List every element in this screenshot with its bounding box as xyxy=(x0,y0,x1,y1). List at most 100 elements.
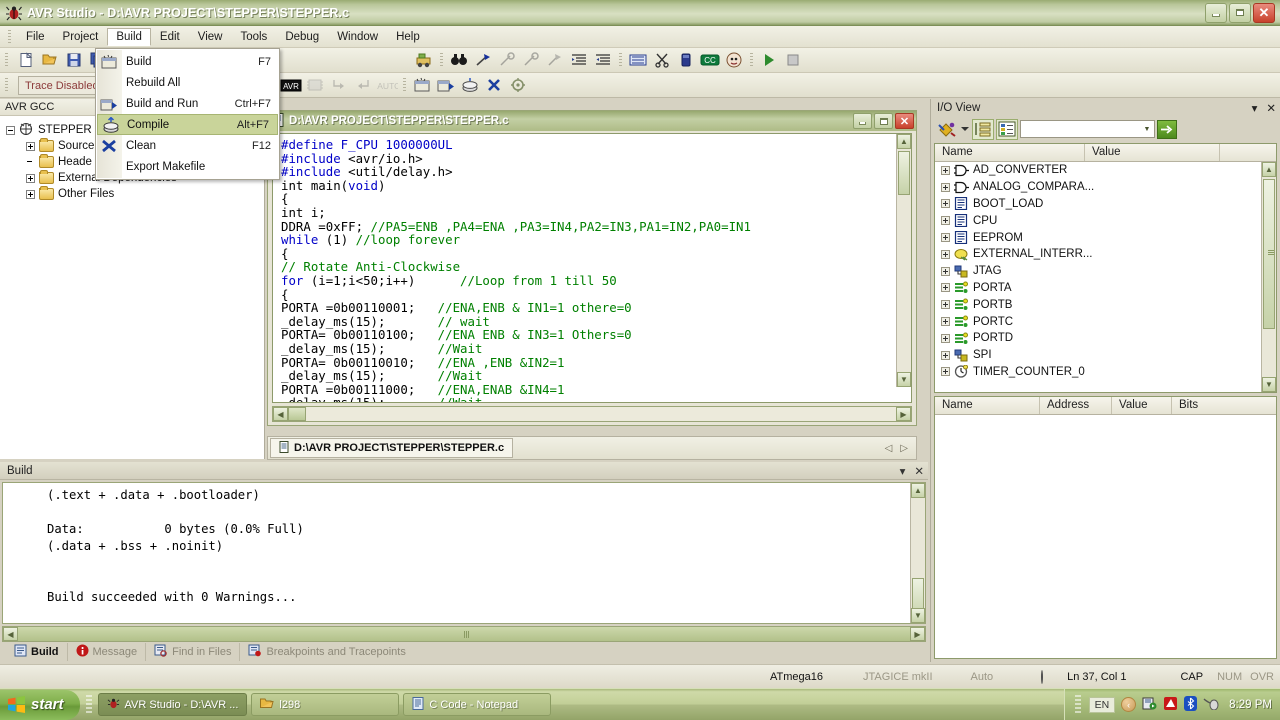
step-into-icon[interactable] xyxy=(328,75,350,96)
expander-plus-icon[interactable] xyxy=(941,350,950,360)
scroll-left-button[interactable]: ◀ xyxy=(3,627,18,641)
build-run-toolbar-icon[interactable] xyxy=(435,75,457,96)
editor-maximize-button[interactable] xyxy=(874,113,893,129)
expander-plus-icon[interactable] xyxy=(941,216,950,226)
menu-item-view[interactable]: View xyxy=(189,28,232,46)
run-icon[interactable] xyxy=(758,50,780,71)
chip-icon[interactable] xyxy=(675,50,697,71)
io-row[interactable]: PORTA xyxy=(935,280,1261,297)
io-detail-column-name[interactable]: Name xyxy=(935,397,1040,414)
io-row[interactable]: ANALOG_COMPARA... xyxy=(935,179,1261,196)
window-restore-button[interactable] xyxy=(1229,2,1251,23)
save-icon[interactable] xyxy=(63,50,85,71)
taskbar-item-l298[interactable]: l298 xyxy=(251,693,400,716)
scroll-up-button[interactable]: ▲ xyxy=(911,483,925,498)
io-column-value[interactable]: Value xyxy=(1085,144,1220,161)
build-toolbar-icon[interactable] xyxy=(411,75,433,96)
io-row[interactable]: JTAG xyxy=(935,263,1261,280)
build-horizontal-scrollbar[interactable]: ◀ ▶ xyxy=(2,626,926,642)
menu-item-edit[interactable]: Edit xyxy=(151,28,189,46)
io-row[interactable]: CPU xyxy=(935,212,1261,229)
tray-media-icon[interactable] xyxy=(1142,696,1157,714)
expander-plus-icon[interactable] xyxy=(26,189,35,199)
find-binoculars-icon[interactable] xyxy=(448,50,470,71)
tray-bluetooth-icon[interactable] xyxy=(1184,695,1198,714)
scroll-up-button[interactable]: ▲ xyxy=(897,134,911,149)
tab-breakpoints-and-tracepoints[interactable]: Breakpoints and Tracepoints xyxy=(240,643,413,661)
menu-item-file[interactable]: File xyxy=(17,28,54,46)
tray-mouse-icon[interactable] xyxy=(1203,696,1219,713)
io-row[interactable]: EEPROM xyxy=(935,229,1261,246)
scissors-icon[interactable] xyxy=(651,50,673,71)
editor-tab-stepper-c[interactable]: D:\AVR PROJECT\STEPPER\STEPPER.c xyxy=(270,438,514,458)
io-rows[interactable]: AD_CONVERTER ANALOG_COMPARA... BOOT_LOAD CP… xyxy=(935,162,1261,392)
new-file-icon[interactable] xyxy=(15,50,37,71)
editor-close-button[interactable]: ✕ xyxy=(895,113,914,129)
tray-clock[interactable]: 8:29 PM xyxy=(1225,699,1272,711)
scroll-down-button[interactable]: ▼ xyxy=(897,372,911,387)
start-button[interactable]: start xyxy=(0,689,80,720)
menu-item-build-build[interactable]: Build F7 xyxy=(96,51,279,72)
prev-bookmark-icon[interactable] xyxy=(520,50,542,71)
expander-plus-icon[interactable] xyxy=(941,317,950,327)
tab-prev-icon[interactable]: ◁ xyxy=(885,443,893,454)
build-panel-collapse-icon[interactable]: ▾ xyxy=(900,464,906,478)
menu-item-debug[interactable]: Debug xyxy=(276,28,328,46)
menu-item-build-export-makefile[interactable]: Export Makefile xyxy=(96,156,279,177)
io-detail-column-value[interactable]: Value xyxy=(1112,397,1172,414)
step-out-icon[interactable] xyxy=(352,75,374,96)
menu-item-help[interactable]: Help xyxy=(387,28,429,46)
next-bookmark-icon[interactable] xyxy=(496,50,518,71)
io-tree-view-button[interactable] xyxy=(972,118,994,140)
editor-horizontal-scrollbar[interactable]: ◀ ▶ xyxy=(272,406,912,422)
io-connect-device-icon[interactable] xyxy=(936,119,958,140)
compile-toolbar-icon[interactable] xyxy=(459,75,481,96)
build-panel-close-icon[interactable]: ✕ xyxy=(914,464,924,478)
memory-icon[interactable] xyxy=(304,75,326,96)
project-settings-icon[interactable] xyxy=(507,75,529,96)
scroll-right-button[interactable]: ▶ xyxy=(896,407,911,421)
expander-plus-icon[interactable] xyxy=(941,333,950,343)
chevron-down-icon[interactable]: ▼ xyxy=(1140,121,1154,137)
tray-grip[interactable] xyxy=(1074,694,1081,715)
expander-plus-icon[interactable] xyxy=(941,300,950,310)
tab-message[interactable]: Message xyxy=(68,643,147,661)
tray-expand-chevron-icon[interactable]: ‹ xyxy=(1121,697,1137,712)
io-vertical-scrollbar[interactable]: ▲ ▼ xyxy=(1261,162,1276,392)
io-view-collapse-icon[interactable]: ▾ xyxy=(1252,101,1258,115)
io-row[interactable]: PORTB xyxy=(935,296,1261,313)
expander-plus-icon[interactable] xyxy=(941,367,950,377)
taskbar-grip[interactable] xyxy=(85,694,92,715)
tab-next-icon[interactable]: ▷ xyxy=(900,443,908,454)
tab-scroll-arrows[interactable]: ◁ ▷ xyxy=(885,443,916,454)
io-go-button[interactable] xyxy=(1157,119,1177,139)
menu-item-build[interactable]: Build xyxy=(107,27,151,46)
stop-icon[interactable] xyxy=(782,50,804,71)
hscroll-thumb[interactable] xyxy=(18,627,910,641)
io-row[interactable]: BOOT_LOAD xyxy=(935,196,1261,213)
taskbar-item-notepad[interactable]: C Code - Notepad xyxy=(403,693,552,716)
hscroll-thumb[interactable] xyxy=(288,407,306,421)
tree-node-other-files[interactable]: Other Files xyxy=(4,186,264,202)
menu-item-build-rebuild-all[interactable]: Rebuild All xyxy=(96,72,279,93)
avr-badge-icon[interactable]: AVR xyxy=(280,75,302,96)
io-row[interactable]: SPI xyxy=(935,347,1261,364)
menu-item-build-compile[interactable]: Compile Alt+F7 xyxy=(97,114,278,135)
expander-plus-icon[interactable] xyxy=(941,266,950,276)
expander-plus-icon[interactable] xyxy=(941,283,950,293)
menu-item-build-clean[interactable]: Clean F12 xyxy=(96,135,279,156)
expander-plus-icon[interactable] xyxy=(941,199,950,209)
scroll-left-button[interactable]: ◀ xyxy=(273,407,288,421)
window-close-button[interactable]: ✕ xyxy=(1253,2,1275,23)
taskbar-item-avr-studio[interactable]: AVR Studio - D:\AVR ... xyxy=(97,693,248,716)
tray-antivirus-icon[interactable] xyxy=(1163,696,1178,714)
toolbar-grip-1[interactable] xyxy=(5,53,8,67)
expander-plus-icon[interactable] xyxy=(941,249,950,259)
tab-find-in-files[interactable]: Find in Files xyxy=(146,643,241,661)
io-dropdown-arrow-icon[interactable] xyxy=(960,119,970,140)
auto-step-icon[interactable]: AUTO xyxy=(376,75,398,96)
about-icon[interactable] xyxy=(723,50,745,71)
io-view-close-icon[interactable]: ✕ xyxy=(1266,101,1276,115)
scroll-thumb[interactable] xyxy=(898,151,910,195)
io-detail-column-bits[interactable]: Bits xyxy=(1172,397,1276,414)
